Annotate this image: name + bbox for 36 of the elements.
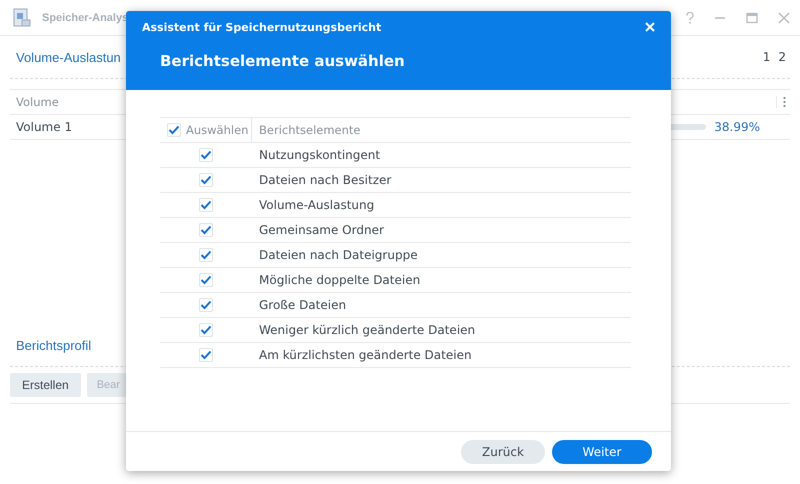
table-cell-text: Mögliche doppelte Dateien xyxy=(258,273,420,287)
app-icon xyxy=(12,8,32,28)
checkbox[interactable] xyxy=(199,323,213,337)
column-header: Berichtselemente xyxy=(258,123,360,137)
dialog-title: Assistent für Speichernutzungsbericht xyxy=(142,20,382,34)
window-title: Speicher-Analys xyxy=(42,12,128,24)
table-cell-text: Volume-Auslastung xyxy=(258,198,374,212)
checkbox[interactable] xyxy=(199,173,213,187)
checkbox[interactable] xyxy=(199,348,213,362)
table-cell-text: Dateien nach Dateigruppe xyxy=(258,248,418,262)
checkbox[interactable] xyxy=(199,148,213,162)
back-button[interactable]: Zurück xyxy=(461,440,545,464)
progress-track xyxy=(670,124,706,130)
checkbox[interactable] xyxy=(199,298,213,312)
section-heading: Berichtsprofil xyxy=(16,338,92,352)
section-heading: Volume-Auslastun xyxy=(16,50,121,64)
column-header: Auswählen xyxy=(186,123,248,137)
checkbox[interactable] xyxy=(167,123,181,137)
table-cell-text: Gemeinsame Ordner xyxy=(258,223,384,237)
table-cell-text: Weniger kürzlich geänderte Dateien xyxy=(258,323,476,337)
table-cell-text: Nutzungskontingent xyxy=(258,148,380,162)
checkbox[interactable] xyxy=(199,248,213,262)
table-cell-text: Am kürzlichsten geänderte Dateien xyxy=(258,348,472,362)
usage-percent: 38.99% xyxy=(714,120,760,134)
table-cell-text: Große Dateien xyxy=(258,298,346,312)
dialog-heading: Berichtselemente auswählen xyxy=(159,52,406,70)
next-button[interactable]: Weiter xyxy=(552,440,652,464)
page-link[interactable]: 2 xyxy=(778,50,786,64)
checkbox[interactable] xyxy=(199,223,213,237)
checkbox[interactable] xyxy=(199,198,213,212)
table-cell-text: Dateien nach Besitzer xyxy=(258,173,392,187)
table-cell: Volume 1 xyxy=(16,120,72,134)
toolbar-button[interactable]: Erstellen xyxy=(10,373,81,397)
checkbox[interactable] xyxy=(199,273,213,287)
page-link[interactable]: 1 xyxy=(762,50,770,64)
column-header: Volume xyxy=(16,95,59,109)
